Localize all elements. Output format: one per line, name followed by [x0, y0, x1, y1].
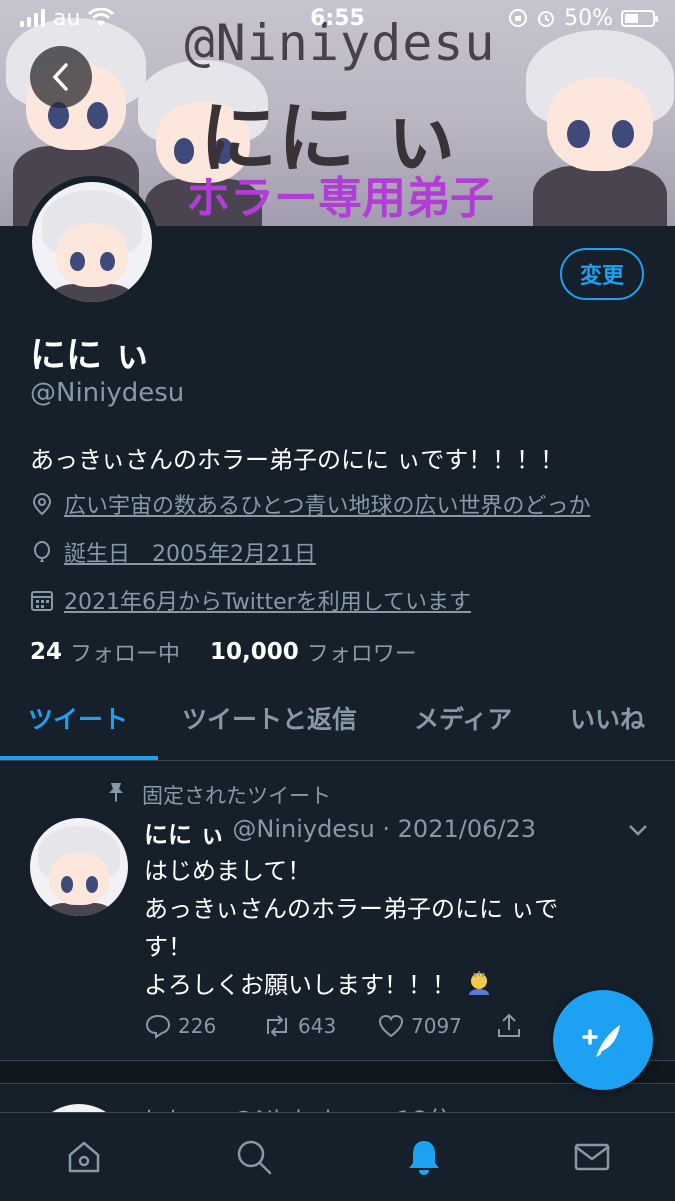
tweet-actions: 226 643 7097 [144, 1012, 544, 1040]
profile-tabs: ツイート ツイートと返信 メディア いいね [0, 676, 675, 761]
home-icon [68, 1141, 100, 1173]
heart-icon [378, 1014, 404, 1038]
wifi-icon [88, 8, 115, 26]
nav-notifications[interactable] [402, 1135, 446, 1179]
mail-icon [574, 1143, 610, 1171]
calendar-icon [31, 591, 53, 611]
tweet-author-name[interactable]: にに ぃ [144, 815, 224, 850]
chevron-down-icon[interactable] [626, 818, 650, 842]
joined-text: 2021年6月からTwitterを利用しています [64, 590, 472, 615]
bell-icon [409, 1141, 439, 1175]
followers-label[interactable]: フォロワー [307, 636, 417, 668]
banner-subtitle-text: ホラー専用弟子 [186, 173, 494, 224]
bottom-tab-bar [0, 1112, 675, 1201]
search-icon [237, 1140, 272, 1175]
tweet-line: す！ [144, 933, 192, 961]
tweet-line-text: よろしくお願いします！！！ [144, 971, 456, 999]
birthday-row: 誕生日 2005年2月21日 [30, 536, 316, 568]
location-pin-icon [32, 492, 52, 516]
retweet-button[interactable]: 643 [262, 1012, 377, 1040]
status-bar: au 6:55 50% [0, 0, 675, 36]
tab-likes[interactable]: いいね [570, 700, 645, 736]
profile-handle: @Niniydesu [30, 378, 185, 408]
edit-profile-button[interactable]: 変更 [560, 248, 644, 300]
display-name: にに ぃ [30, 335, 151, 376]
tweet-author-avatar[interactable] [30, 818, 128, 916]
tweet-avatar-character [38, 826, 120, 916]
alarm-icon [538, 11, 555, 27]
bowing-emoji-icon [468, 971, 489, 995]
balloon-icon [34, 541, 50, 562]
joined-row: 2021年6月からTwitterを利用しています [30, 584, 471, 616]
nav-home[interactable] [62, 1135, 106, 1179]
tweet-header: にに ぃ @Niniydesu · 2021/06/23 [144, 815, 536, 850]
like-button[interactable]: 7097 [377, 1012, 495, 1040]
retweet-count: 643 [298, 1014, 337, 1038]
chevron-left-icon [52, 63, 68, 91]
location-link[interactable]: 広い宇宙の数あるひとつ青い地球の広い世界のどっか [64, 488, 590, 520]
tweet-line: はじめまして！ [144, 857, 312, 885]
pinned-tweet-label: 固定されたツイート [142, 784, 331, 808]
location-row: 広い宇宙の数あるひとつ青い地球の広い世界のどっか [30, 488, 590, 520]
following-label[interactable]: フォロー中 [70, 636, 180, 668]
compose-tweet-button[interactable] [553, 990, 653, 1090]
compose-feather-icon [582, 1025, 620, 1057]
tweet-line: よろしくお願いします！！！ [144, 966, 614, 1004]
pin-icon [109, 783, 123, 802]
profile-avatar[interactable] [26, 176, 158, 308]
active-tab-indicator [0, 756, 158, 760]
signal-icon [20, 9, 45, 27]
retweet-icon [267, 1015, 287, 1037]
avatar-character [42, 190, 142, 302]
followers-count[interactable]: 10,000 [210, 639, 299, 665]
share-icon [498, 1013, 520, 1037]
like-count: 7097 [411, 1014, 462, 1038]
profile-bio: あっきぃさんのホラー弟子のにに ぃです！！！！ [30, 446, 565, 474]
birthday-text: 誕生日 2005年2月21日 [64, 542, 316, 567]
carrier-label: au [53, 5, 81, 31]
share-button[interactable] [495, 1012, 523, 1040]
tab-tweets-and-replies[interactable]: ツイートと返信 [182, 700, 357, 736]
tweet-handle-date[interactable]: @Niniydesu · 2021/06/23 [232, 815, 536, 850]
battery-percent: 50% [564, 5, 613, 31]
nav-search[interactable] [232, 1135, 276, 1179]
following-count[interactable]: 24 [30, 639, 62, 665]
follow-stats: 24 フォロー中 10,000 フォロワー [30, 636, 417, 668]
battery-icon [621, 9, 658, 27]
back-button[interactable] [30, 46, 92, 108]
tab-tweets[interactable]: ツイート [28, 700, 128, 736]
tweet-text: はじめまして！ あっきぃさんのホラー弟子のにに ぃで す！ よろしくお願いします… [144, 852, 614, 1004]
nav-messages[interactable] [570, 1135, 614, 1179]
reply-button[interactable]: 226 [144, 1012, 262, 1040]
reply-count: 226 [178, 1014, 217, 1038]
reply-icon [145, 1014, 171, 1039]
orientation-lock-icon [509, 9, 528, 27]
tweet-line: あっきぃさんのホラー弟子のにに ぃで [144, 895, 559, 923]
tab-media[interactable]: メディア [414, 700, 512, 736]
